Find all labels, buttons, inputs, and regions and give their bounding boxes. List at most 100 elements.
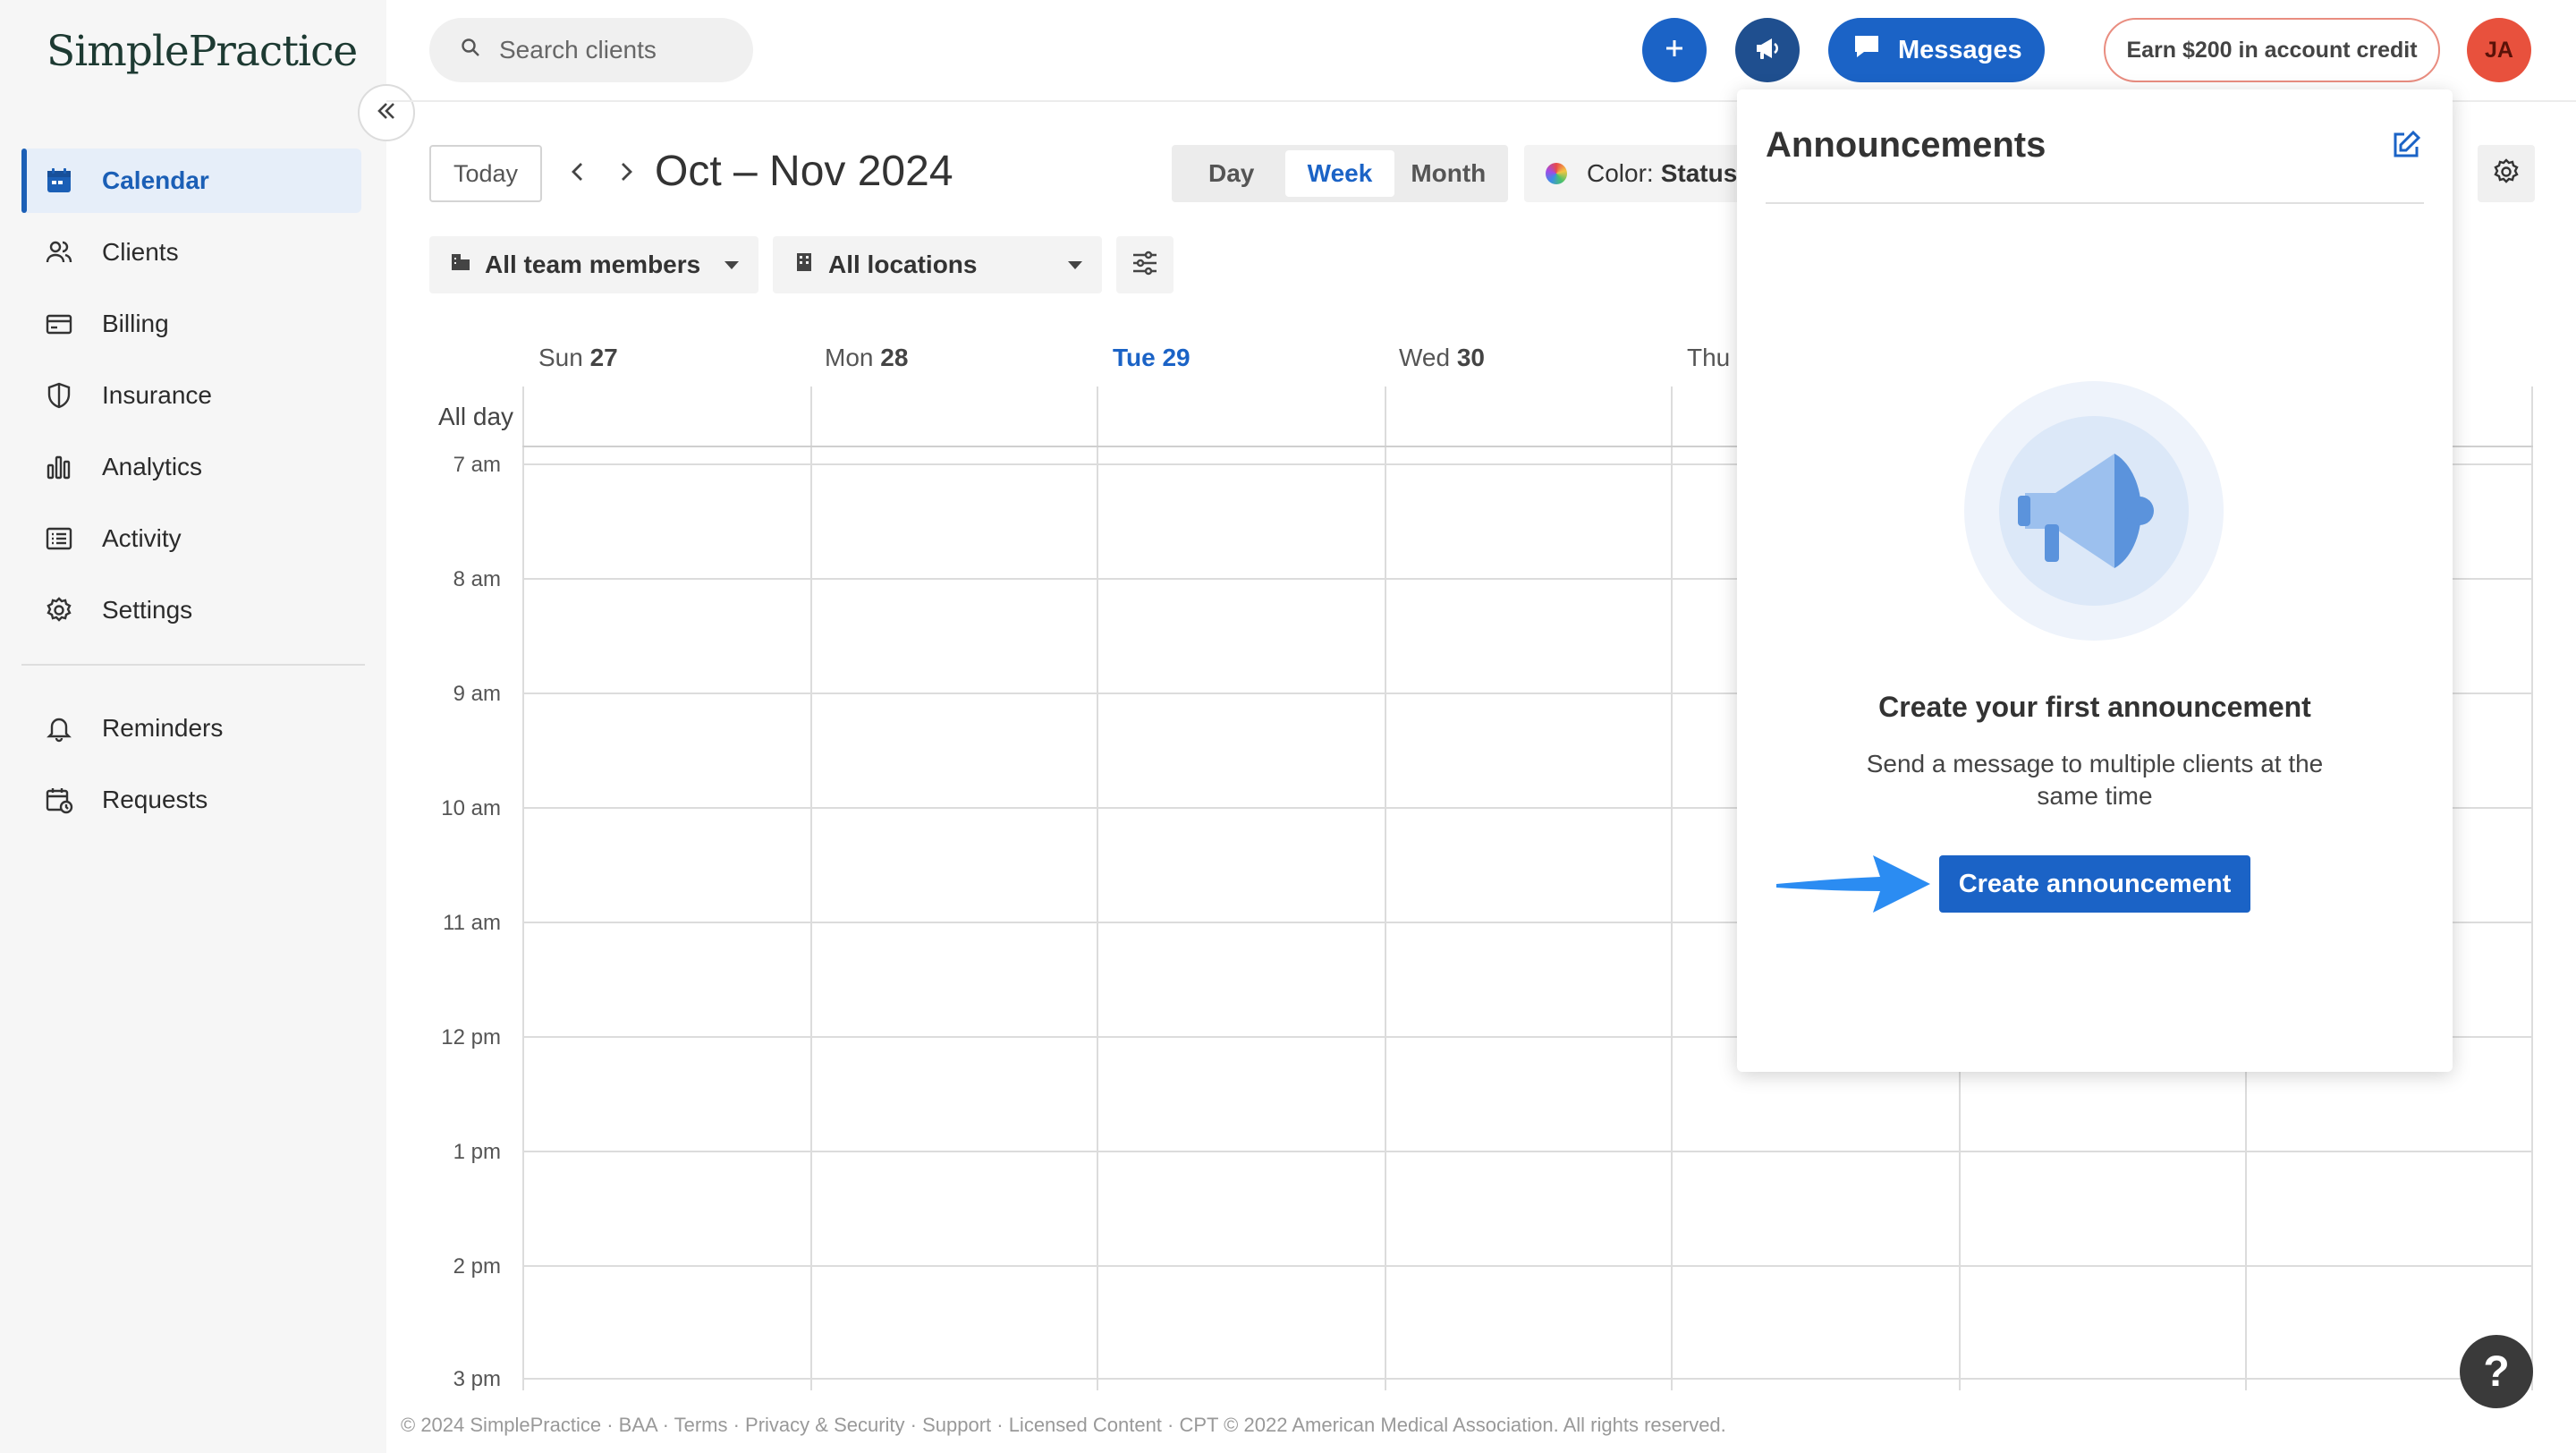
sidebar-item-requests[interactable]: Requests xyxy=(21,768,361,832)
arrow-pointer-icon xyxy=(1773,850,1934,922)
app-logo[interactable]: SimplePractice xyxy=(47,27,358,76)
empty-state-subtext: Send a message to multiple clients at th… xyxy=(1866,750,2324,810)
clients-icon xyxy=(43,236,75,268)
billing-icon xyxy=(43,308,75,340)
locations-filter[interactable]: All locations xyxy=(773,236,1102,293)
column-divider xyxy=(1097,387,1098,1390)
gear-icon xyxy=(43,594,75,626)
team-members-filter[interactable]: All team members xyxy=(429,236,758,293)
day-header-mon[interactable]: Mon 28 xyxy=(825,344,908,372)
search-icon xyxy=(460,36,481,64)
sidebar-item-label: Billing xyxy=(102,310,169,337)
collapse-sidebar-button[interactable] xyxy=(358,84,415,141)
next-week-button[interactable] xyxy=(610,157,642,190)
day-header-tue[interactable]: Tue 29 xyxy=(1113,344,1191,372)
color-label: Color: xyxy=(1587,159,1654,187)
sidebar-secondary-nav: Reminders Requests xyxy=(21,696,361,839)
calendar-icon xyxy=(43,165,75,197)
chevron-right-icon xyxy=(616,159,636,189)
chevron-left-icon xyxy=(568,159,588,189)
activity-list-icon xyxy=(43,523,75,555)
color-value: Status xyxy=(1660,159,1738,187)
all-day-label: All day xyxy=(438,403,514,430)
sidebar-item-label: Requests xyxy=(102,786,208,813)
column-divider xyxy=(522,387,524,1390)
column-divider xyxy=(2531,387,2533,1390)
view-day-tab[interactable]: Day xyxy=(1177,150,1285,197)
sidebar-divider xyxy=(21,664,365,666)
previous-week-button[interactable] xyxy=(562,157,594,190)
shield-icon xyxy=(43,379,75,412)
time-label: 12 pm xyxy=(441,1025,501,1049)
sidebar-item-label: Activity xyxy=(102,524,182,552)
building-icon xyxy=(792,251,816,280)
panel-divider xyxy=(1766,202,2424,204)
sidebar-item-activity[interactable]: Activity xyxy=(21,506,361,571)
calendar-request-icon xyxy=(43,784,75,816)
plus-icon xyxy=(1661,35,1688,66)
double-chevron-left-icon xyxy=(374,98,399,128)
sidebar-item-calendar[interactable]: Calendar xyxy=(21,149,361,213)
day-header-wed[interactable]: Wed 30 xyxy=(1399,344,1485,372)
sidebar-item-label: Settings xyxy=(102,596,193,624)
announcements-panel: Announcements Create your first announce… xyxy=(1737,89,2453,1072)
hour-line xyxy=(522,1378,2533,1380)
column-divider xyxy=(810,387,812,1390)
time-label: 1 pm xyxy=(453,1140,501,1164)
add-button[interactable] xyxy=(1642,18,1707,82)
empty-state-heading: Create your first announcement xyxy=(1878,691,2311,723)
time-label: 10 am xyxy=(441,796,501,820)
sidebar: SimplePractice Calendar Clients Billing … xyxy=(0,0,386,1453)
calendar-settings-button[interactable] xyxy=(2478,145,2535,202)
announcements-button[interactable] xyxy=(1735,18,1800,82)
view-toggle: Day Week Month xyxy=(1172,145,1508,202)
megaphone-icon xyxy=(1751,32,1784,69)
create-announcement-button[interactable]: Create announcement xyxy=(1939,855,2250,913)
time-label: 7 am xyxy=(453,453,501,477)
view-week-tab[interactable]: Week xyxy=(1285,150,1394,197)
earn-credit-button[interactable]: Earn $200 in account credit xyxy=(2104,18,2440,82)
sliders-icon xyxy=(1131,250,1159,281)
hour-line xyxy=(522,1151,2533,1152)
sidebar-item-label: Insurance xyxy=(102,381,212,409)
view-month-tab[interactable]: Month xyxy=(1394,150,1503,197)
sidebar-item-reminders[interactable]: Reminders xyxy=(21,696,361,760)
search-bar[interactable] xyxy=(429,18,753,82)
column-divider xyxy=(1385,387,1386,1390)
color-by-dropdown[interactable]: Color: Status xyxy=(1524,145,1757,202)
more-filters-button[interactable] xyxy=(1116,236,1174,293)
user-avatar[interactable]: JA xyxy=(2467,18,2531,82)
gear-icon xyxy=(2492,157,2521,191)
location-filter-label: All locations xyxy=(828,251,978,278)
day-header-sun[interactable]: Sun 27 xyxy=(538,344,618,372)
search-input[interactable] xyxy=(499,36,732,64)
help-button[interactable]: ? xyxy=(2460,1335,2533,1408)
footer-text: © 2024 SimplePractice · BAA · Terms · Pr… xyxy=(401,1414,1726,1436)
panel-title: Announcements xyxy=(1766,125,2046,165)
bar-chart-icon xyxy=(43,451,75,483)
chevron-down-icon xyxy=(1068,261,1082,269)
time-label: 3 pm xyxy=(453,1367,501,1391)
time-label: 9 am xyxy=(453,682,501,706)
sidebar-item-clients[interactable]: Clients xyxy=(21,220,361,285)
sidebar-item-analytics[interactable]: Analytics xyxy=(21,435,361,499)
messages-label: Messages xyxy=(1898,35,2022,64)
time-label: 2 pm xyxy=(453,1254,501,1279)
sidebar-item-insurance[interactable]: Insurance xyxy=(21,363,361,428)
megaphone-illustration-icon xyxy=(1964,381,2224,641)
time-label: 11 am xyxy=(443,911,501,935)
hour-line xyxy=(522,1265,2533,1267)
day-header-thu[interactable]: Thu xyxy=(1687,344,1730,372)
sidebar-item-settings[interactable]: Settings xyxy=(21,578,361,642)
edit-announcement-button[interactable] xyxy=(2390,129,2424,163)
date-range-title: Oct – Nov 2024 xyxy=(655,148,953,195)
color-wheel-icon xyxy=(1546,163,1567,184)
time-label: 8 am xyxy=(453,567,501,591)
today-button[interactable]: Today xyxy=(429,145,542,202)
sidebar-item-label: Clients xyxy=(102,238,179,266)
sidebar-nav: Calendar Clients Billing Insurance Analy… xyxy=(21,149,361,650)
messages-button[interactable]: Messages xyxy=(1828,18,2045,82)
sidebar-item-label: Calendar xyxy=(102,166,209,194)
sidebar-item-billing[interactable]: Billing xyxy=(21,292,361,356)
team-filter-label: All team members xyxy=(485,251,701,278)
